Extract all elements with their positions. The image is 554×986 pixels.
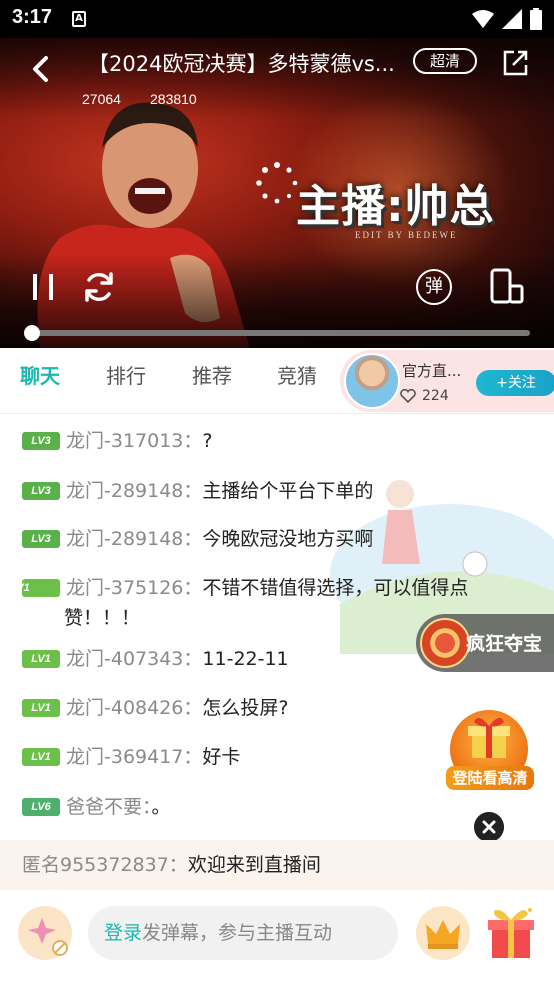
anchor-likes-count: 224 [422,388,449,404]
chat-separator: ： [183,430,203,452]
screen-rotate-icon[interactable] [488,268,524,306]
chat-message: LV3 龙门-317013：? [22,426,502,456]
chat-username[interactable]: 龙门-289148 [66,480,183,502]
system-message: 匿名955372837：欢迎来到直播间 [0,840,554,890]
chat-username[interactable]: 龙门-289148 [66,528,183,550]
effects-button[interactable] [18,906,72,960]
tab-chat[interactable]: 聊天 [20,360,60,389]
chat-username[interactable]: 爸爸不要 [66,796,142,818]
chat-separator: ： [183,577,203,599]
host-overlay-text: 主播:帅总 [296,181,495,232]
level-badge: LV3 [22,482,60,500]
tab-bar: 聊天 排行 推荐 竞猜 官方直... 224 +关注 [0,348,554,414]
chat-separator: ： [183,648,203,670]
bottom-bar: 登录发弹幕，参与主播互动 [0,890,554,986]
close-icon[interactable] [474,812,504,842]
viewer-count: 27064 [82,91,121,107]
video-player[interactable]: 【2024欧冠决赛】多特蒙德vs... 超清 27064 283810 主播:帅… [0,38,554,348]
chat-text: 今晚欧冠没地方买啊 [202,528,374,550]
sparkle-disabled-icon [28,918,68,956]
loading-spinner-icon [256,162,298,204]
wifi-icon [472,10,494,28]
chat-text: 主播给个平台下单的 [202,480,374,502]
chat-separator: ： [183,746,203,768]
back-icon[interactable] [26,52,58,86]
level-badge: LV6 [22,798,60,816]
chat-message: LV6 爸爸不要：。 [22,792,502,822]
chat-separator: ： [183,480,203,502]
chat-username[interactable]: 龙门-375126 [66,577,183,599]
login-link[interactable]: 登录 [104,922,142,944]
system-user: 匿名955372837 [22,854,169,876]
plus-icon: + [496,375,508,391]
chat-text: 。 [151,796,171,818]
host-overlay-subtext: EDIT BY BEDEWE [355,230,458,240]
chat-text: ? [202,430,213,452]
system-text: 欢迎来到直播间 [187,854,321,876]
chat-message: LV1 龙门-408426：怎么投屏? [22,693,502,723]
chat-username[interactable]: 龙门-408426 [66,697,183,719]
system-separator: ： [168,854,188,876]
anchor-name: 官方直... [402,362,462,380]
chat-separator: ： [183,697,203,719]
status-bar: 3:17 A [0,0,554,38]
signal-icon [502,9,522,29]
gift-box-icon[interactable] [484,904,538,962]
crown-icon [426,920,460,949]
danmu-input[interactable]: 登录发弹幕，参与主播互动 [88,906,398,960]
treasure-wheel-icon [420,618,470,668]
progress-track[interactable] [30,330,530,336]
tab-quiz[interactable]: 竞猜 [277,360,317,389]
video-title: 【2024欧冠决赛】多特蒙德vs... [88,52,395,76]
status-icons [472,8,542,30]
pause-icon[interactable] [30,272,56,302]
progress-knob[interactable] [24,325,40,341]
quality-button[interactable]: 超清 [413,48,477,74]
heart-icon [400,389,416,403]
anchor-likes: 224 [400,388,449,404]
chat-message: LV1 龙门-369417：好卡 [22,742,502,772]
danmu-toggle-button[interactable]: 弹 [416,269,452,305]
level-badge: LV3 [22,530,60,548]
level-badge: LV1 [22,699,60,717]
anchor-avatar[interactable] [344,353,400,409]
chat-message: LV3 龙门-289148：今晚欧冠没地方买啊 [22,524,502,554]
chat-message: LV3 龙门-289148：主播给个平台下单的 [22,476,502,506]
battery-icon [530,8,542,30]
notification-icon: A [72,11,86,27]
level-badge: LV3 [22,432,60,450]
follow-button[interactable]: +关注 [476,370,554,396]
input-placeholder: 发弹幕，参与主播互动 [142,922,333,944]
treasure-label: 疯狂夺宝 [466,633,543,655]
tab-ranking[interactable]: 排行 [106,360,146,389]
level-badge: LV1 [10,579,60,597]
share-icon[interactable] [500,48,530,78]
tab-recommend[interactable]: 推荐 [192,360,232,389]
chat-username[interactable]: 龙门-407343 [66,648,183,670]
level-badge: LV1 [22,748,60,766]
chat-username[interactable]: 龙门-369417 [66,746,183,768]
status-time: 3:17 [12,6,53,28]
chat-separator: ： [183,528,203,550]
login-hd-label: 登陆看高清 [446,766,534,790]
chat-text: 好卡 [202,746,241,768]
follow-label: 关注 [507,375,536,391]
anchor-card[interactable]: 官方直... 224 +关注 [340,350,554,412]
treasure-float-button[interactable]: 疯狂夺宝 [416,614,554,672]
chat-text: 怎么投屏? [202,697,289,719]
chat-username[interactable]: 龙门-317013 [66,430,183,452]
vip-button[interactable] [416,906,470,960]
refresh-icon[interactable] [82,270,116,304]
heat-count: 283810 [150,91,197,107]
chat-text: 11-22-11 [202,648,289,670]
chat-separator: ： [142,796,152,818]
level-badge: LV1 [22,650,60,668]
login-hd-float-button[interactable]: 登陆看高清 [446,710,534,792]
